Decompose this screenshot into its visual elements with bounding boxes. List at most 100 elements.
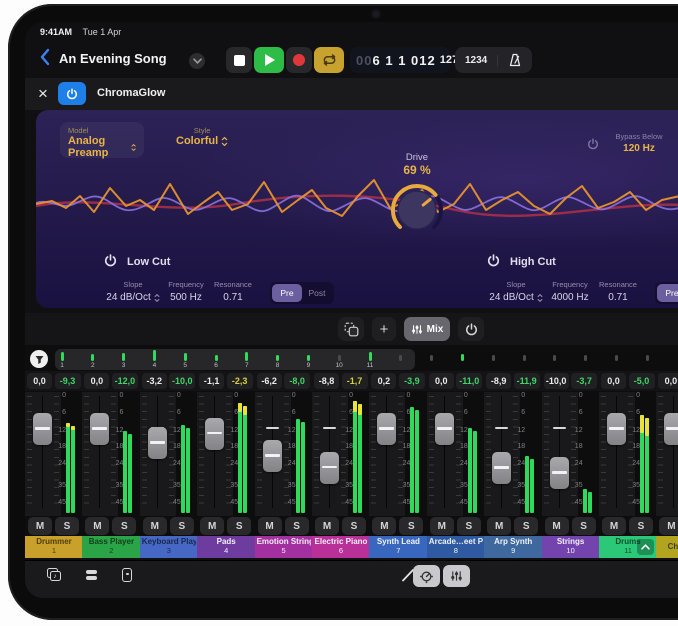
loops-button[interactable] [82,566,100,584]
track-name-plate[interactable]: Emotion Strings5 [255,536,313,558]
controls-view-button[interactable] [413,565,440,587]
low-cut-power-button[interactable] [104,254,117,270]
track-name-plate[interactable]: Keyboard Player3 [140,536,198,558]
overview-channel-slot[interactable]: 4 [148,349,160,369]
style-selector[interactable]: Style Colorful [176,126,228,147]
high-cut-frequency[interactable]: Frequency 4000 Hz [545,280,595,303]
solo-button[interactable]: S [285,517,309,535]
fader-handle[interactable] [550,457,569,489]
overview-channel-slot[interactable] [426,349,438,362]
overview-channel-slot[interactable]: 10 [333,349,345,369]
mute-button[interactable]: M [372,517,396,535]
solo-button[interactable]: S [457,517,481,535]
copy-settings-button[interactable] [338,317,364,341]
pre-button[interactable]: Pre [657,284,678,302]
mute-button[interactable]: M [430,517,454,535]
track-name-plate[interactable]: Strings10 [542,536,600,558]
high-cut-resonance[interactable]: Resonance 0.71 [595,280,641,303]
collapse-stack-button[interactable] [637,539,654,555]
mix-view-button[interactable]: Mix [404,317,450,341]
channel-overview-bar[interactable]: 1234567891011 [25,349,678,370]
bypass-readout[interactable]: Bypass Below 120 Hz [606,132,672,154]
track-name-plate[interactable]: Chorus V [656,536,678,558]
track-name-plate[interactable]: Arp Synth9 [484,536,542,558]
overview-channel-slot[interactable] [549,349,561,362]
channel-power-button[interactable] [458,317,484,341]
track-name-plate[interactable]: Arcade…eet Pad8 [427,536,485,558]
count-in-button[interactable]: 1234 [455,55,498,66]
fader-handle[interactable] [492,452,511,484]
overview-channel-slot[interactable] [641,349,653,362]
metronome-button[interactable] [498,53,532,67]
track-name-plate[interactable]: Pads4 [197,536,255,558]
mute-button[interactable]: M [315,517,339,535]
track-name-plate[interactable]: Synth Lead7 [369,536,427,558]
lcd-display[interactable]: 006 1 1 012 127,0 4/4C maj In OutMIDI [350,47,450,73]
overview-channel-slot[interactable] [395,349,407,362]
solo-button[interactable]: S [572,517,596,535]
track-name-plate[interactable]: Bass Player2 [82,536,140,558]
mute-button[interactable]: M [28,517,52,535]
solo-button[interactable]: S [55,517,79,535]
solo-button[interactable]: S [342,517,366,535]
fader-handle[interactable] [33,413,52,445]
solo-button[interactable]: S [227,517,251,535]
overview-channel-slot[interactable]: 11 [364,349,376,369]
overview-channel-slot[interactable] [580,349,592,362]
overview-channel-slot[interactable] [518,349,530,362]
solo-button[interactable]: S [629,517,653,535]
add-track-button[interactable]: + [372,317,396,341]
overview-channel-slot[interactable]: 1 [56,349,68,369]
fader-handle[interactable] [148,427,167,459]
low-cut-frequency[interactable]: Frequency 500 Hz [162,280,210,303]
overview-channel-slot[interactable]: 2 [87,349,99,369]
fader-handle[interactable] [263,440,282,472]
fader-handle[interactable] [664,413,678,445]
fader-handle[interactable] [320,452,339,484]
browser-button[interactable]: ♪ [45,566,63,584]
cycle-button[interactable] [314,47,344,73]
low-cut-resonance[interactable]: Resonance 0.71 [210,280,256,303]
back-button[interactable] [39,48,50,71]
fader-handle[interactable] [205,418,224,450]
mute-button[interactable]: M [258,517,282,535]
high-cut-slope[interactable]: Slope 24 dB/Oct [487,280,545,303]
drive-knob[interactable] [389,182,445,238]
overview-channel-slot[interactable] [487,349,499,362]
mute-button[interactable]: M [487,517,511,535]
fader-handle[interactable] [90,413,109,445]
pre-button[interactable]: Pre [272,284,302,302]
track-name-plate[interactable]: Electric Piano6 [312,536,370,558]
solo-button[interactable]: S [399,517,423,535]
mute-button[interactable]: M [143,517,167,535]
solo-button[interactable]: S [514,517,538,535]
record-button[interactable] [286,47,312,73]
overview-channel-slot[interactable]: 8 [272,349,284,369]
play-button[interactable] [254,47,284,73]
overview-channel-slot[interactable]: 7 [241,349,253,369]
overview-channel-slot[interactable]: 9 [302,349,314,369]
song-title[interactable]: An Evening Song [59,51,167,66]
overview-channel-slot[interactable]: 5 [179,349,191,369]
mute-button[interactable]: M [659,517,678,535]
solo-button[interactable]: S [112,517,136,535]
overview-channel-slot[interactable] [456,349,468,362]
overview-channel-slot[interactable]: 6 [210,349,222,369]
track-name-plate[interactable]: Drummer1 [25,536,83,558]
filter-button[interactable] [30,350,48,368]
overview-window[interactable] [55,349,415,370]
mute-button[interactable]: M [200,517,224,535]
close-plugin-button[interactable]: × [38,80,48,108]
bypass-power-button[interactable] [587,137,599,155]
track-name-plate[interactable]: Drums11 [599,536,657,558]
post-button[interactable]: Post [302,284,332,302]
plugins-button[interactable] [118,566,136,584]
model-selector[interactable]: Model Analog Preamp [60,122,144,158]
fader-handle[interactable] [377,413,396,445]
mute-button[interactable]: M [545,517,569,535]
mute-button[interactable]: M [85,517,109,535]
fader-handle[interactable] [435,413,454,445]
mixer-view-button[interactable] [443,565,470,587]
song-menu-button[interactable] [189,53,205,69]
overview-channel-slot[interactable] [610,349,622,362]
